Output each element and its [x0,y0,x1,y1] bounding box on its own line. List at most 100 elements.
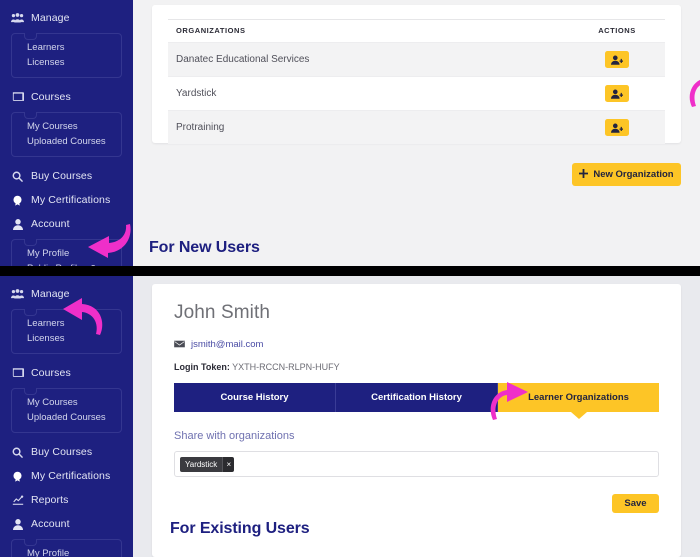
new-organization-button-label: New Organization [593,169,674,180]
table-row: Protraining [168,110,665,144]
sidebar-item-uploaded-courses[interactable]: Uploaded Courses [12,410,121,425]
sidebar-item-learners[interactable]: Learners [12,316,121,331]
user-icon [11,218,24,230]
learner-organizations-tab-panel: Share with organizations Yardstick × [174,412,659,477]
sidebar-item-my-profile-label: My Profile [27,248,70,259]
sidebar-top: Manage Learners Licenses Courses My Cour… [0,0,133,266]
sidebar-item-my-profile[interactable]: My Profile [12,246,121,261]
sidebar-item-my-courses-label: My Courses [27,121,78,132]
add-user-button[interactable] [605,85,629,102]
sidebar-group-manage[interactable]: Manage [0,282,133,306]
sidebar-item-my-profile-label: My Profile [27,548,70,557]
tab-certification-history[interactable]: Certification History [336,383,498,412]
organizations-table: ORGANIZATIONS ACTIONS Danatec Educationa… [168,19,665,144]
org-name-cell: Danatec Educational Services [168,42,569,77]
new-users-content: ORGANIZATIONS ACTIONS Danatec Educationa… [133,0,700,266]
organization-chip: Yardstick × [180,456,235,472]
sidebar-item-uploaded-courses[interactable]: Uploaded Courses [12,134,121,149]
sidebar-item-reports[interactable]: Reports [0,488,133,512]
share-with-organizations-label: Share with organizations [174,430,295,442]
sidebar-submenu-manage: Learners Licenses [11,33,122,78]
table-header-row: ORGANIZATIONS ACTIONS [168,19,665,43]
plus-icon [579,168,589,181]
save-button-label: Save [624,498,647,509]
sidebar-item-my-certifications[interactable]: My Certifications [0,464,133,488]
certificate-badge-icon [11,471,24,482]
page-title: John Smith [174,302,271,323]
sidebar-item-my-courses[interactable]: My Courses [12,119,121,134]
login-token-row: Login Token: YXTH-RCCN-RLPN-HUFY [174,362,659,372]
organizations-table-body: Danatec Educational Services Yardstick P… [168,42,665,144]
book-icon [11,368,24,378]
sidebar-item-my-courses[interactable]: My Courses [12,395,121,410]
sidebar-group-courses-label: Courses [31,367,71,379]
table-row: Danatec Educational Services [168,42,665,77]
sidebar-group-manage-label: Manage [31,12,70,24]
sidebar-group-manage[interactable]: Manage [0,6,133,30]
envelope-icon [174,335,185,353]
sidebar-item-learners-label: Learners [27,318,65,329]
sidebar-group-account-label: Account [31,518,70,530]
user-email[interactable]: jsmith@mail.com [191,339,263,350]
sidebar-submenu-manage: Learners Licenses [11,309,122,354]
sidebar-item-buy-courses-label: Buy Courses [31,170,93,182]
organizations-card: ORGANIZATIONS ACTIONS Danatec Educationa… [152,5,681,144]
tab-learner-organizations-label: Learner Organizations [528,392,629,403]
sidebar-item-licenses-label: Licenses [27,333,65,344]
sidebar-item-buy-courses[interactable]: Buy Courses [0,164,133,188]
new-organization-button[interactable]: New Organization [572,163,681,186]
org-name-cell: Yardstick [168,76,569,111]
tab-certification-history-label: Certification History [371,392,462,403]
sidebar-group-account[interactable]: Account [0,512,133,536]
sidebar-submenu-courses: My Courses Uploaded Courses [11,112,122,157]
sidebar-item-licenses-label: Licenses [27,57,65,68]
sidebar-item-buy-courses[interactable]: Buy Courses [0,440,133,464]
caption-for-existing-users: For Existing Users [170,520,310,537]
save-button[interactable]: Save [612,494,659,513]
sidebar-submenu-account: My Profile Public Profile My Orders Orga… [11,239,122,266]
tab-learner-organizations[interactable]: Learner Organizations [498,383,659,412]
table-row: Yardstick [168,76,665,111]
sidebar-group-courses[interactable]: Courses [0,361,133,385]
org-actions-cell [569,110,665,144]
organizations-token-input[interactable]: Yardstick × [174,451,659,477]
sidebar-group-courses-label: Courses [31,91,71,103]
add-user-button[interactable] [605,119,629,136]
sidebar-item-my-certifications-label: My Certifications [31,470,111,482]
remove-chip-icon[interactable]: × [222,456,235,472]
sidebar-bottom: Manage Learners Licenses Courses My Cour… [0,276,133,557]
login-token-label: Login Token: [174,362,230,372]
organizations-table-head: ORGANIZATIONS ACTIONS [168,19,665,43]
sidebar-group-account-label: Account [31,218,70,230]
sidebar-submenu-courses: My Courses Uploaded Courses [11,388,122,433]
new-users-panel: Manage Learners Licenses Courses My Cour… [0,0,700,266]
existing-users-panel: Manage Learners Licenses Courses My Cour… [0,276,700,557]
sidebar-group-account[interactable]: Account [0,212,133,236]
tab-bar: Course History Certification History Lea… [174,383,659,412]
screenshot-root: Manage Learners Licenses Courses My Cour… [0,0,700,557]
caption-for-new-users: For New Users [149,239,260,256]
sidebar-item-licenses[interactable]: Licenses [12,331,121,346]
sidebar-item-buy-courses-label: Buy Courses [31,446,93,458]
sidebar-group-courses[interactable]: Courses [0,85,133,109]
user-icon [11,518,24,530]
sidebar-item-my-profile[interactable]: My Profile [12,546,121,557]
column-header-actions: ACTIONS [569,19,665,43]
chart-line-icon [11,495,24,505]
sidebar-item-reports-label: Reports [31,494,69,506]
column-header-organizations: ORGANIZATIONS [168,19,569,43]
sidebar-item-learners[interactable]: Learners [12,40,121,55]
certificate-badge-icon [11,195,24,206]
search-icon [11,447,24,458]
panel-divider [0,266,700,276]
tab-course-history[interactable]: Course History [174,383,336,412]
org-actions-cell [569,42,665,77]
sidebar-submenu-account: My Profile Public Profile My Orders Orga… [11,539,122,557]
user-header: John Smith jsmith@mail.com Login Token: … [152,284,681,372]
add-user-button[interactable] [605,51,629,68]
learner-detail-card: John Smith jsmith@mail.com Login Token: … [152,284,681,557]
organization-chip-label: Yardstick [180,456,223,472]
login-token-value: YXTH-RCCN-RLPN-HUFY [232,362,340,372]
sidebar-item-my-certifications[interactable]: My Certifications [0,188,133,212]
sidebar-item-licenses[interactable]: Licenses [12,55,121,70]
